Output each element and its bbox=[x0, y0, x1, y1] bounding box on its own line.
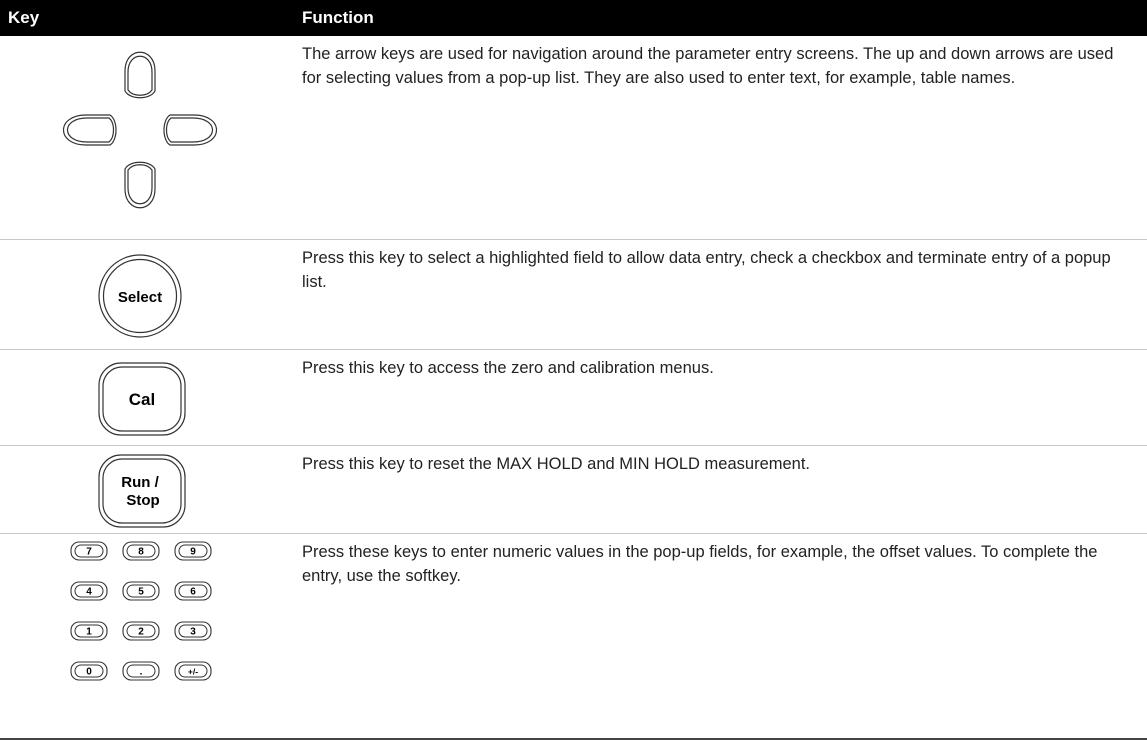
arrow-right-key bbox=[163, 114, 218, 146]
keypad-key-sign: +/- bbox=[174, 661, 212, 681]
keypad-key-label: 3 bbox=[190, 627, 196, 638]
table-row: 7 8 9 4 5 6 1 2 3 0. +/- Press these keys to enter… bbox=[0, 534, 1147, 740]
keypad-key-label: 8 bbox=[138, 547, 144, 558]
keypad-key-2: 2 bbox=[122, 621, 160, 641]
keypad-key-label: 4 bbox=[86, 587, 92, 598]
keypad-key-0: 0 bbox=[70, 661, 108, 681]
function-text: Press this key to select a highlighted f… bbox=[302, 249, 1111, 291]
keypad-key-label: 6 bbox=[190, 587, 196, 598]
select-key-cell: Select bbox=[0, 240, 288, 349]
keypad-key-label: 1 bbox=[86, 627, 92, 638]
keypad-key-5: 5 bbox=[122, 581, 160, 601]
function-text: Press this key to reset the MAX HOLD and… bbox=[302, 455, 811, 473]
keypad-key-8: 8 bbox=[122, 541, 160, 561]
numeric-keypad-icon: 7 8 9 4 5 6 1 2 3 0. +/- bbox=[70, 541, 212, 681]
function-text: Press this key to access the zero and ca… bbox=[302, 359, 714, 377]
function-text: Press these keys to enter numeric values… bbox=[302, 543, 1098, 585]
run-stop-key-icon: Run / Stop bbox=[98, 454, 186, 528]
keypad-key-9: 9 bbox=[174, 541, 212, 561]
header-key: Key bbox=[8, 8, 40, 27]
keypad-key-label: +/- bbox=[188, 667, 198, 677]
keypad-key-4: 4 bbox=[70, 581, 108, 601]
arrow-keys-icon bbox=[62, 51, 218, 209]
table-row: Cal Press this key to access the zero an… bbox=[0, 350, 1147, 446]
table-header: Key Function bbox=[0, 0, 1147, 36]
stop-key-label: Stop bbox=[126, 492, 159, 509]
header-function: Function bbox=[302, 8, 374, 27]
run-stop-key-cell: Run / Stop bbox=[0, 446, 288, 533]
key-function-table: Key Function The arrow keys are used for… bbox=[0, 0, 1147, 740]
arrow-left-key bbox=[62, 114, 117, 146]
table-row: Select Press this key to select a highli… bbox=[0, 240, 1147, 350]
keypad-key-label: 9 bbox=[190, 547, 196, 558]
keypad-key-7: 7 bbox=[70, 541, 108, 561]
cal-key-cell: Cal bbox=[0, 350, 288, 445]
select-key-label: Select bbox=[118, 289, 162, 306]
keypad-key-decimal: . bbox=[122, 661, 160, 681]
keypad-key-label: 7 bbox=[86, 547, 92, 558]
numeric-keypad-cell: 7 8 9 4 5 6 1 2 3 0. +/- bbox=[0, 534, 288, 738]
cal-key-label: Cal bbox=[129, 390, 155, 409]
table-row: Run / Stop Press this key to reset the M… bbox=[0, 446, 1147, 534]
arrow-keys-cell bbox=[0, 36, 288, 239]
select-key-icon: Select bbox=[98, 254, 182, 338]
keypad-key-label: 2 bbox=[138, 627, 144, 638]
run-key-label: Run / bbox=[121, 474, 159, 491]
table-row: The arrow keys are used for navigation a… bbox=[0, 36, 1147, 240]
keypad-key-label: 5 bbox=[138, 587, 144, 598]
keypad-key-1: 1 bbox=[70, 621, 108, 641]
keypad-key-3: 3 bbox=[174, 621, 212, 641]
keypad-key-label: 0 bbox=[86, 667, 92, 678]
function-text: The arrow keys are used for navigation a… bbox=[302, 45, 1114, 87]
keypad-key-6: 6 bbox=[174, 581, 212, 601]
cal-key-icon: Cal bbox=[98, 362, 186, 436]
keypad-key-label: . bbox=[140, 667, 143, 678]
